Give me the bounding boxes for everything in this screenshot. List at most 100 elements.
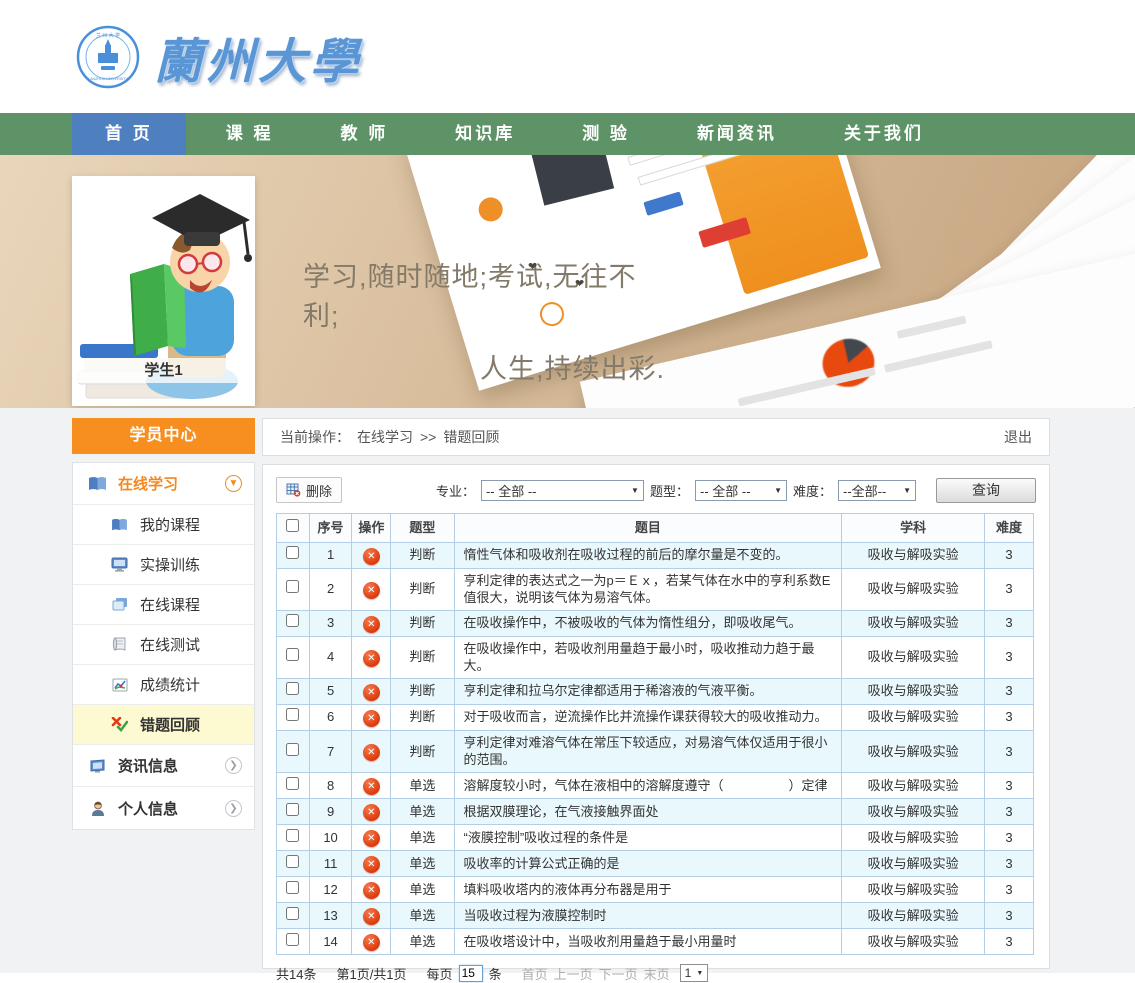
row-checkbox[interactable]	[286, 803, 299, 816]
cell-checkbox	[277, 568, 310, 610]
cell-question-type: 判断	[391, 610, 454, 636]
delete-button[interactable]: 删除	[276, 477, 342, 503]
delete-row-icon[interactable]: ✕	[363, 830, 380, 847]
nav-item-knowledge[interactable]: 知识库	[428, 113, 542, 155]
select-caret-icon: ▼	[631, 486, 639, 495]
sidebar: 学员中心 在线学习 ▼ 我的课程 实操训练	[72, 418, 255, 830]
cell-seq: 9	[309, 798, 352, 824]
logout-link[interactable]: 退出	[1004, 427, 1032, 447]
delete-row-icon[interactable]: ✕	[363, 684, 380, 701]
cell-difficulty: 3	[985, 542, 1034, 568]
cell-checkbox	[277, 678, 310, 704]
major-select[interactable]: -- 全部 -- ▼	[481, 480, 644, 501]
cell-question-text: 在吸收操作中，不被吸收的气体为惰性组分，即吸收尾气。	[454, 610, 842, 636]
cell-question-text: 在吸收塔设计中，当吸收剂用量趋于最小用量时	[454, 928, 842, 954]
page: { "header": { "logo_seal": "university-s…	[0, 0, 1135, 973]
cell-difficulty: 3	[985, 824, 1034, 850]
page-number-select[interactable]: 1 ▼	[680, 964, 709, 982]
delete-row-icon[interactable]: ✕	[363, 856, 380, 873]
row-checkbox[interactable]	[286, 855, 299, 868]
breadcrumb-section: 在线学习	[357, 427, 413, 447]
sidebar-item-online-tests[interactable]: 在线测试	[73, 625, 254, 665]
cell-seq: 2	[309, 568, 352, 610]
delete-row-icon[interactable]: ✕	[363, 710, 380, 727]
cell-difficulty: 3	[985, 678, 1034, 704]
question-type-select[interactable]: -- 全部 -- ▼	[695, 480, 787, 501]
row-checkbox[interactable]	[286, 648, 299, 661]
cell-difficulty: 3	[985, 704, 1034, 730]
cell-seq: 14	[309, 928, 352, 954]
row-checkbox[interactable]	[286, 743, 299, 756]
sidebar-item-label: 在线课程	[140, 594, 200, 615]
sidebar-item-personal-info[interactable]: 个人信息 ❯	[73, 787, 254, 829]
difficulty-select[interactable]: --全部-- ▼	[838, 480, 916, 501]
row-checkbox[interactable]	[286, 708, 299, 721]
delete-row-icon[interactable]: ✕	[363, 804, 380, 821]
row-checkbox[interactable]	[286, 580, 299, 593]
table-delete-icon	[286, 483, 301, 497]
last-page-link[interactable]: 末页	[644, 964, 670, 983]
table-row: 10✕单选“液膜控制”吸收过程的条件是吸收与解吸实验3	[277, 824, 1034, 850]
nav-item-home[interactable]: 首 页	[72, 113, 186, 155]
sidebar-item-practice-training[interactable]: 实操训练	[73, 545, 254, 585]
nav-item-courses[interactable]: 课 程	[199, 113, 301, 155]
row-checkbox[interactable]	[286, 829, 299, 842]
per-page-input[interactable]	[459, 965, 483, 982]
delete-row-icon[interactable]: ✕	[363, 908, 380, 925]
sidebar-item-online-learning[interactable]: 在线学习 ▼	[73, 463, 254, 505]
delete-row-icon[interactable]: ✕	[363, 650, 380, 667]
sidebar-item-label: 个人信息	[118, 798, 178, 819]
delete-row-icon[interactable]: ✕	[363, 882, 380, 899]
breadcrumb: 当前操作： 在线学习 >> 错题回顾 退出	[262, 418, 1050, 456]
row-checkbox[interactable]	[286, 546, 299, 559]
nav-item-news[interactable]: 新闻资讯	[670, 113, 804, 155]
logo: 兰 州 大 学 LANZHOU UNIVERSITY 蘭州大學	[76, 22, 362, 92]
pagination: 共14条 第1页/共1页 每页 条 首页 上一页 下一页 末页 1 ▼	[276, 964, 1036, 983]
delete-row-icon[interactable]: ✕	[363, 616, 380, 633]
search-button[interactable]: 查询	[936, 478, 1036, 503]
row-checkbox[interactable]	[286, 881, 299, 894]
cell-action: ✕	[352, 542, 391, 568]
sidebar-item-label: 成绩统计	[140, 674, 200, 695]
chevron-down-icon: ▼	[225, 475, 242, 492]
select-all-checkbox[interactable]	[286, 519, 299, 532]
row-checkbox[interactable]	[286, 777, 299, 790]
sidebar-item-news-info[interactable]: 资讯信息 ❯	[73, 745, 254, 787]
header-action: 操作	[352, 514, 391, 543]
row-checkbox[interactable]	[286, 614, 299, 627]
breadcrumb-label: 当前操作：	[280, 427, 350, 447]
next-page-link[interactable]: 下一页	[599, 964, 638, 983]
delete-row-icon[interactable]: ✕	[363, 934, 380, 951]
open-book-icon	[88, 476, 107, 492]
row-checkbox[interactable]	[286, 682, 299, 695]
sidebar-item-my-courses[interactable]: 我的课程	[73, 505, 254, 545]
cell-subject: 吸收与解吸实验	[842, 850, 985, 876]
nav-item-tests[interactable]: 测 验	[555, 113, 657, 155]
cell-question-type: 单选	[391, 798, 454, 824]
filter-level-label: 难度：	[793, 481, 832, 500]
delete-row-icon[interactable]: ✕	[363, 778, 380, 795]
sidebar-title: 学员中心	[72, 418, 255, 454]
heart-decoration: ❤	[528, 260, 537, 273]
first-page-link[interactable]: 首页	[522, 964, 548, 983]
prev-page-link[interactable]: 上一页	[554, 964, 593, 983]
delete-row-icon[interactable]: ✕	[363, 548, 380, 565]
table-row: 2✕判断亨利定律的表达式之一为p＝Ｅｘ，若某气体在水中的亨利系数E值很大，说明该…	[277, 568, 1034, 610]
toolbar: 删除 专业： -- 全部 -- ▼ 题型： -- 全部 -- ▼ 难度：	[276, 477, 1036, 503]
sidebar-item-online-courses[interactable]: 在线课程	[73, 585, 254, 625]
cell-subject: 吸收与解吸实验	[842, 678, 985, 704]
row-checkbox[interactable]	[286, 933, 299, 946]
breadcrumb-separator: >>	[420, 429, 436, 445]
table-row: 12✕单选填料吸收塔内的液体再分布器是用于吸收与解吸实验3	[277, 876, 1034, 902]
delete-row-icon[interactable]: ✕	[363, 582, 380, 599]
svg-text:LANZHOU UNIVERSITY: LANZHOU UNIVERSITY	[88, 77, 128, 81]
nav-item-about[interactable]: 关于我们	[817, 113, 951, 155]
row-checkbox[interactable]	[286, 907, 299, 920]
chevron-right-icon: ❯	[225, 757, 242, 774]
filters: 专业： -- 全部 -- ▼ 题型： -- 全部 -- ▼ 难度： --全部--…	[436, 478, 1036, 503]
sidebar-item-wrong-questions[interactable]: 错题回顾	[73, 705, 254, 745]
sidebar-item-score-stats[interactable]: 成绩统计	[73, 665, 254, 705]
delete-row-icon[interactable]: ✕	[363, 744, 380, 761]
nav-item-teachers[interactable]: 教 师	[313, 113, 415, 155]
cell-question-type: 判断	[391, 730, 454, 772]
